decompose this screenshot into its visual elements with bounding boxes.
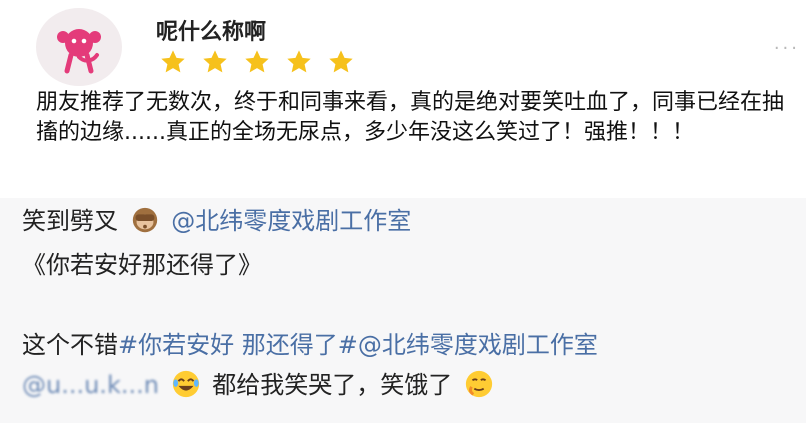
comment-1-mention[interactable]: @北纬零度戏剧工作室 [171,207,411,235]
comment-2: 这个不错#你若安好 那还得了#@北纬零度戏剧工作室 @u...u.k...n 都… [22,325,802,405]
star-icon [329,50,353,73]
star-icon [161,50,185,73]
monkey-avatar-icon [57,29,101,74]
star-icon [245,50,269,73]
more-dots-icon[interactable]: ··· [774,38,800,59]
comments-area: 笑到劈叉 @北纬零度戏剧工作室 《你若安好那还得了》 这个不错#你若安好 那还得… [0,198,806,423]
comment-2-prefix: 这个不错 [22,331,118,359]
review-text: 朋友推荐了无数次，终于和同事来看，真的是绝对要笑吐血了，同事已经在抽搐的边缘..… [36,90,785,145]
see-no-evil-monkey-icon [132,207,157,233]
star-icon [203,50,227,73]
comment-2-middle: 都给我笑哭了，笑饿了 [212,371,453,399]
comment-2-mention[interactable]: @北纬零度戏剧工作室 [358,331,598,359]
star-rating [158,48,356,76]
comment-1-line2: 《你若安好那还得了》 [22,251,262,279]
review-card: 呢什么称啊 ··· 朋友推荐了无数次，终于和同事来看，真的是绝对要笑吐血了，同事… [0,0,806,196]
avatar[interactable] [36,8,122,86]
star-icon [287,50,311,73]
comment-1-prefix: 笑到劈叉 [22,207,118,235]
comment-2-blurred-mention[interactable]: @u...u.k...n [22,371,159,399]
comment-1-line1: 笑到劈叉 @北纬零度戏剧工作室 [22,202,411,240]
username[interactable]: 呢什么称啊 [156,14,266,46]
drooling-face-icon [465,370,492,398]
comment-2-hashtag[interactable]: #你若安好 那还得了# [118,331,358,359]
laughing-crying-icon [172,370,199,398]
